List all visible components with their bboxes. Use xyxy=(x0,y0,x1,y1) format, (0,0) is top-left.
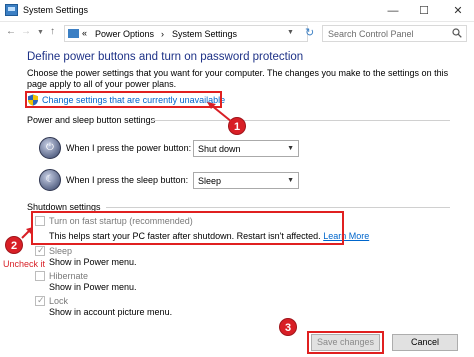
lock-checkbox[interactable] xyxy=(35,295,45,306)
breadcrumb[interactable]: « Power Options › System Settings ▼ xyxy=(64,25,308,42)
hibernate-option-description: Show in Power menu. xyxy=(49,282,137,292)
breadcrumb-power-options[interactable]: Power Options xyxy=(95,29,154,39)
main-content: Define power buttons and turn on passwor… xyxy=(0,44,474,357)
breadcrumb-overflow[interactable]: « xyxy=(82,28,87,38)
power-button-select[interactable]: Shut down ▼ xyxy=(193,140,299,157)
highlight-box-change-settings xyxy=(25,91,222,108)
annotation-arrow-1 xyxy=(207,102,233,123)
divider xyxy=(151,120,450,121)
refresh-icon[interactable]: ↻ xyxy=(305,26,314,39)
annotation-arrow-2 xyxy=(21,227,33,239)
lock-option-label: Lock xyxy=(49,296,69,306)
forward-arrow-icon[interactable]: → xyxy=(21,26,31,37)
sleep-option-description: Show in Power menu. xyxy=(49,257,137,267)
window-title: System Settings xyxy=(23,5,89,15)
folder-icon xyxy=(68,29,79,38)
sleep-button-value: Sleep xyxy=(198,176,222,186)
page-title: Define power buttons and turn on passwor… xyxy=(27,51,304,63)
chevron-down-icon[interactable]: ▼ xyxy=(287,29,294,36)
search-placeholder: Search Control Panel xyxy=(328,29,414,39)
control-panel-icon xyxy=(5,4,18,16)
sleep-checkbox[interactable] xyxy=(35,245,45,256)
sleep-option-label: Sleep xyxy=(49,246,73,256)
chevron-down-icon: ▼ xyxy=(287,145,294,152)
search-icon xyxy=(452,28,462,38)
back-arrow-icon[interactable]: ← xyxy=(6,26,16,37)
hibernate-checkbox[interactable] xyxy=(35,271,45,281)
hibernate-option-label: Hibernate xyxy=(49,271,89,281)
intro-text: Choose the power settings that you want … xyxy=(27,68,449,89)
sleep-button-select[interactable]: Sleep ▼ xyxy=(193,172,299,189)
close-button[interactable]: ✕ xyxy=(443,0,473,22)
search-input[interactable]: Search Control Panel xyxy=(322,25,467,42)
title-bar: System Settings — ☐ ✕ xyxy=(0,0,474,22)
sleep-button-label: When I press the sleep button: xyxy=(66,175,189,185)
highlight-box-fast-startup xyxy=(31,211,344,245)
cancel-button[interactable]: Cancel xyxy=(392,334,458,351)
address-bar: ← → ▼ ↑ « Power Options › System Setting… xyxy=(0,22,474,44)
highlight-box-save xyxy=(307,331,384,354)
maximize-button[interactable]: ☐ xyxy=(409,0,439,22)
uncheck-it-note: Uncheck it xyxy=(3,259,46,269)
up-arrow-icon[interactable]: ↑ xyxy=(50,26,55,37)
power-button-icon: ⏻ xyxy=(39,137,61,159)
minimize-button[interactable]: — xyxy=(378,0,408,22)
recent-locations-icon[interactable]: ▼ xyxy=(37,29,44,36)
breadcrumb-separator[interactable]: › xyxy=(161,29,164,39)
chevron-down-icon: ▼ xyxy=(287,177,294,184)
annotation-badge-3: 3 xyxy=(279,318,297,336)
power-button-value: Shut down xyxy=(198,144,241,154)
breadcrumb-system-settings[interactable]: System Settings xyxy=(172,29,237,39)
sleep-button-icon: ☾ xyxy=(39,169,61,191)
lock-option-description: Show in account picture menu. xyxy=(49,307,173,317)
power-group-title: Power and sleep button settings xyxy=(27,115,156,125)
divider xyxy=(106,207,450,208)
power-button-label: When I press the power button: xyxy=(66,143,192,153)
